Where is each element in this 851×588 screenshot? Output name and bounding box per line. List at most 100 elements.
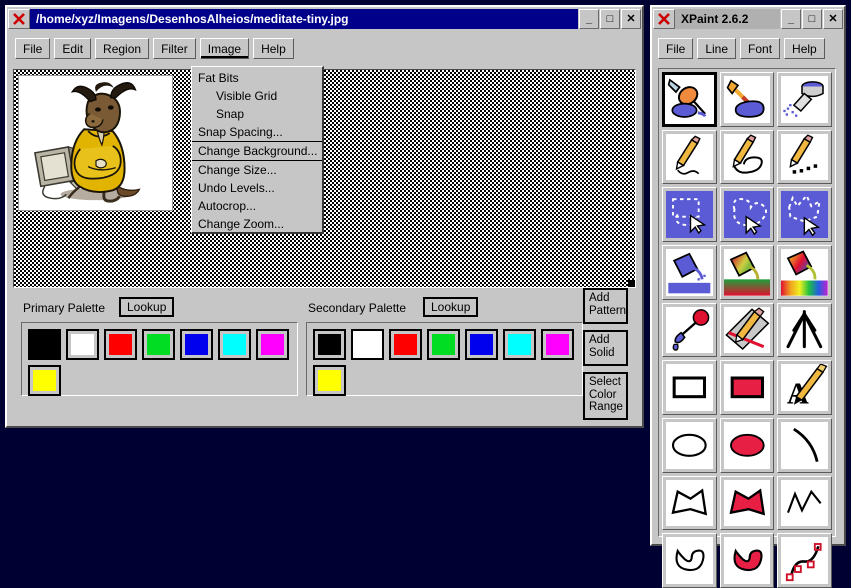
menu-item-fat-bits[interactable]: Fat Bits: [192, 69, 322, 87]
ellipse-outline-tool[interactable]: [662, 418, 717, 473]
toolbox-title: XPaint 2.6.2: [675, 9, 780, 29]
swatch-primary-cyan[interactable]: [218, 329, 251, 360]
canvas-image[interactable]: [18, 75, 173, 211]
minimize-button[interactable]: _: [579, 9, 599, 29]
primary-lookup-button[interactable]: Lookup: [119, 297, 175, 317]
rectangle-outline-tool[interactable]: [662, 360, 717, 416]
menu-image[interactable]: Image: [199, 38, 250, 59]
sharpen-tool[interactable]: [777, 302, 832, 358]
window-menu-icon[interactable]: [8, 9, 30, 29]
select-rect-tool[interactable]: [662, 187, 717, 243]
add-pattern-button[interactable]: Add Pattern: [583, 288, 628, 324]
ellipse-filled-icon: [723, 422, 771, 469]
pencil-loop-tool[interactable]: [719, 129, 775, 185]
tool-palette-grid[interactable]: A: [662, 72, 832, 588]
airbrush-tool[interactable]: [777, 72, 832, 127]
marquee-rect-icon: [666, 191, 713, 239]
closed-curve-filled-tool[interactable]: [719, 533, 775, 588]
menu-filter[interactable]: Filter: [153, 38, 196, 59]
menu-item-undo-levels[interactable]: Undo Levels...: [192, 179, 322, 197]
menu-item-snap-spacing[interactable]: Snap Spacing...: [192, 123, 322, 141]
menu-item-visible-grid[interactable]: Visible Grid: [192, 87, 322, 105]
text-tool[interactable]: A: [777, 360, 832, 416]
toolbox-menu-font[interactable]: Font: [740, 38, 781, 59]
swatch-primary-yellow[interactable]: [28, 365, 61, 396]
close-button[interactable]: ✕: [621, 9, 641, 29]
select-color-range-button[interactable]: Select Color Range: [583, 372, 628, 420]
polygon-outline-tool[interactable]: [662, 475, 717, 531]
arc-tool[interactable]: [777, 418, 832, 473]
canvas-resize-handle[interactable]: [628, 280, 635, 287]
menu-file[interactable]: File: [15, 38, 51, 59]
menu-item-change-zoom[interactable]: Change Zoom...: [192, 215, 322, 233]
swatch-primary-green[interactable]: [142, 329, 175, 360]
menu-item-change-background[interactable]: Change Background...: [192, 141, 322, 161]
swatch-secondary-red[interactable]: [389, 329, 422, 360]
swatch-primary-magenta[interactable]: [256, 329, 289, 360]
pencil-loop-icon: [723, 133, 771, 181]
bezier-curve-tool[interactable]: [777, 533, 832, 588]
menu-item-autocrop[interactable]: Autocrop...: [192, 197, 322, 215]
maximize-button[interactable]: □: [802, 9, 822, 29]
swatch-primary-black[interactable]: [28, 329, 61, 360]
swatch-secondary-white[interactable]: [351, 329, 384, 360]
toolbox-menu-line[interactable]: Line: [697, 38, 737, 59]
minimize-button[interactable]: _: [781, 9, 801, 29]
menu-help[interactable]: Help: [253, 38, 294, 59]
menu-edit[interactable]: Edit: [54, 38, 92, 59]
main-window-titlebar[interactable]: /home/xyz/Imagens/DesenhosAlheios/medita…: [8, 8, 641, 30]
secondary-palette-swatches[interactable]: [306, 322, 583, 396]
swatch-secondary-blue[interactable]: [465, 329, 498, 360]
polygon-filled-tool[interactable]: [719, 475, 775, 531]
paint-brush-tool[interactable]: [662, 72, 717, 127]
smear-tool[interactable]: [719, 302, 775, 358]
swatch-secondary-green[interactable]: [427, 329, 460, 360]
closed-curve-tool[interactable]: [662, 533, 717, 588]
toolbox-titlebar[interactable]: XPaint 2.6.2 _ □ ✕: [653, 8, 843, 30]
paint-blob-tool[interactable]: [719, 72, 775, 127]
fill-rainbow-tool[interactable]: [777, 245, 832, 300]
polygon-filled-icon: [723, 479, 771, 527]
starburst-icon: [781, 306, 828, 354]
menu-item-change-size[interactable]: Change Size...: [192, 161, 322, 179]
color-picker-icon: [666, 306, 713, 354]
marquee-lasso-icon: [723, 191, 771, 239]
fill-gradient-tool[interactable]: [719, 245, 775, 300]
swatch-secondary-magenta[interactable]: [541, 329, 574, 360]
menu-item-snap[interactable]: Snap: [192, 105, 322, 123]
select-freehand-tool[interactable]: [719, 187, 775, 243]
swatch-secondary-cyan[interactable]: [503, 329, 536, 360]
swatch-primary-white[interactable]: [66, 329, 99, 360]
close-button[interactable]: ✕: [823, 9, 843, 29]
menu-region[interactable]: Region: [95, 38, 150, 59]
select-polygon-tool[interactable]: [777, 187, 832, 243]
primary-palette-swatches[interactable]: [21, 322, 298, 396]
primary-palette-label: Primary Palette: [23, 301, 106, 315]
closed-curve-filled-icon: [723, 537, 771, 585]
polyline-tool[interactable]: [777, 475, 832, 531]
swatch-secondary-yellow[interactable]: [313, 365, 346, 396]
rectangle-outline-icon: [666, 364, 713, 412]
main-menubar[interactable]: File Edit Region Filter Image Help: [15, 38, 294, 59]
pencil-dots-tool[interactable]: [777, 129, 832, 185]
add-solid-button[interactable]: Add Solid: [583, 330, 628, 366]
fill-solid-tool[interactable]: [662, 245, 717, 300]
toolbox-menu-file[interactable]: File: [658, 38, 694, 59]
xpaint-toolbox-window[interactable]: XPaint 2.6.2 _ □ ✕ File Line Font Help: [650, 5, 846, 588]
window-menu-icon[interactable]: [653, 9, 675, 29]
main-image-window[interactable]: /home/xyz/Imagens/DesenhosAlheios/medita…: [5, 5, 644, 428]
pencil-tool[interactable]: [662, 129, 717, 185]
text-a-pen-icon: A: [781, 364, 828, 412]
swatch-secondary-black[interactable]: [313, 329, 346, 360]
image-menu-popup[interactable]: Fat Bits Visible Grid Snap Snap Spacing.…: [191, 66, 324, 234]
drawing-canvas[interactable]: [13, 69, 636, 288]
ellipse-filled-tool[interactable]: [719, 418, 775, 473]
rectangle-filled-tool[interactable]: [719, 360, 775, 416]
maximize-button[interactable]: □: [600, 9, 620, 29]
toolbox-menu-help[interactable]: Help: [784, 38, 825, 59]
toolbox-menubar[interactable]: File Line Font Help: [658, 38, 825, 59]
secondary-lookup-button[interactable]: Lookup: [423, 297, 479, 317]
swatch-primary-red[interactable]: [104, 329, 137, 360]
swatch-primary-blue[interactable]: [180, 329, 213, 360]
eyedropper-tool[interactable]: [662, 302, 717, 358]
